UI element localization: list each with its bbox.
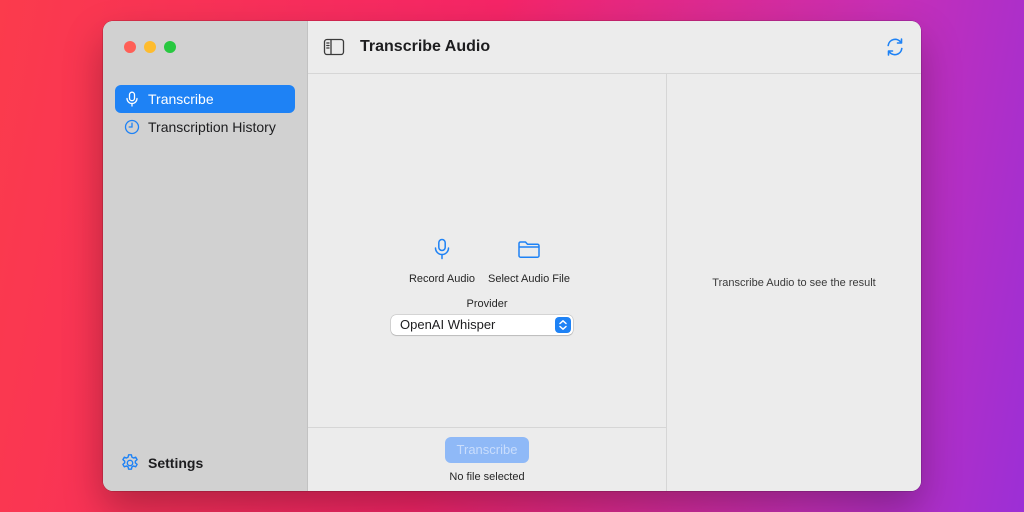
folder-icon — [518, 241, 540, 258]
record-audio-button[interactable]: Record Audio — [407, 238, 477, 285]
sidebar-item-transcription-history[interactable]: Transcription History — [115, 113, 295, 141]
microphone-icon — [434, 238, 450, 260]
minimize-window-button[interactable] — [144, 41, 156, 53]
sidebar-nav: Transcribe Transcription History — [115, 85, 295, 141]
result-placeholder: Transcribe Audio to see the result — [712, 277, 876, 289]
sidebar: Transcribe Transcription History Setting… — [103, 21, 308, 491]
page-title: Transcribe Audio — [360, 38, 491, 55]
sidebar-item-label: Transcribe — [148, 91, 214, 107]
sidebar-item-transcribe[interactable]: Transcribe — [115, 85, 295, 113]
refresh-icon[interactable] — [884, 36, 906, 58]
select-audio-file-button[interactable]: Select Audio File — [482, 238, 576, 285]
input-panel: Record Audio Select Audio File Provider … — [308, 74, 667, 491]
clock-icon — [124, 119, 140, 135]
microphone-icon — [126, 91, 138, 107]
settings-button[interactable]: Settings — [120, 453, 203, 473]
provider-value: OpenAI Whisper — [400, 317, 496, 332]
close-window-button[interactable] — [124, 41, 136, 53]
gear-icon — [122, 454, 138, 470]
window-controls — [124, 41, 176, 53]
select-audio-file-label: Select Audio File — [488, 273, 570, 285]
provider-label: Provider — [466, 298, 508, 310]
record-audio-label: Record Audio — [408, 273, 476, 285]
sidebar-item-label: Transcription History — [148, 119, 276, 135]
file-status: No file selected — [449, 471, 525, 483]
settings-label: Settings — [148, 455, 204, 471]
provider-select[interactable]: OpenAI Whisper — [391, 315, 573, 335]
app-window: Transcribe Transcription History Setting… — [103, 21, 921, 491]
chevron-up-down-icon — [555, 317, 571, 333]
toolbar: Transcribe Audio — [308, 21, 921, 74]
result-panel: Transcribe Audio to see the result — [667, 74, 921, 491]
transcribe-footer: Transcribe No file selected — [308, 427, 666, 491]
zoom-window-button[interactable] — [164, 41, 176, 53]
transcribe-button[interactable]: Transcribe — [445, 437, 529, 463]
sidebar-toggle-icon[interactable] — [323, 37, 345, 57]
